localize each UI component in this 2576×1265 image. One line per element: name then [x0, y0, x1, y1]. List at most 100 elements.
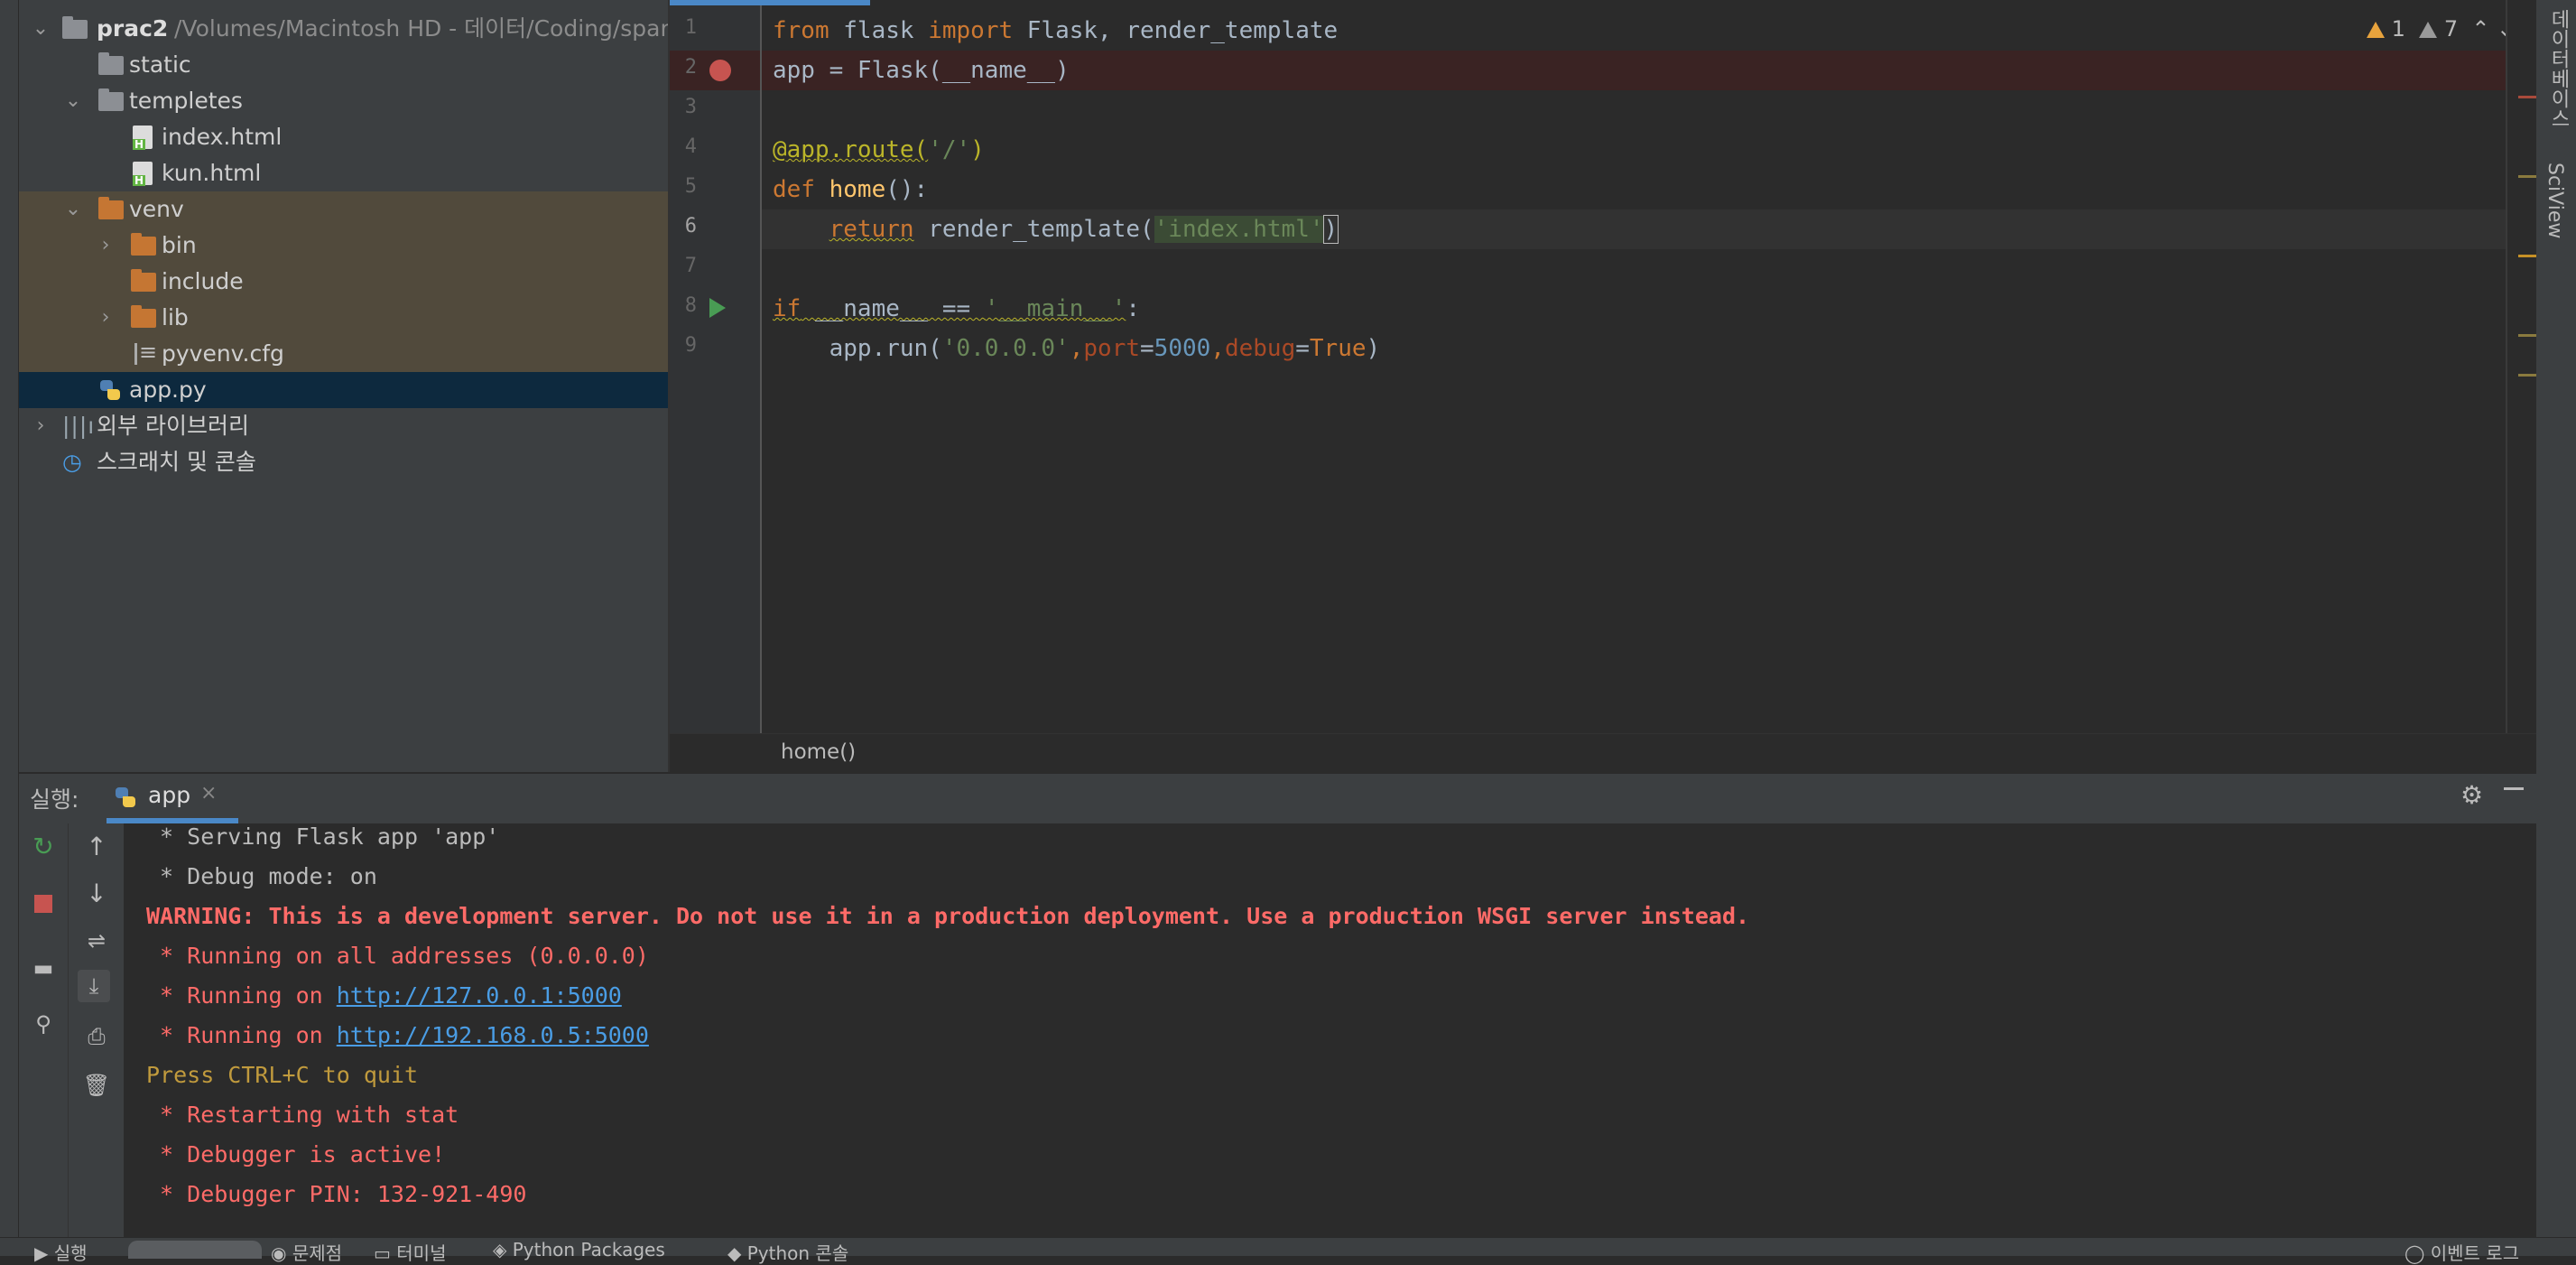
tree-item-static[interactable]: static — [19, 47, 668, 83]
lan-address-link[interactable]: http://192.168.0.5:5000 — [337, 1022, 649, 1048]
run-gutter-icon[interactable] — [709, 298, 726, 318]
folder-icon — [131, 269, 156, 292]
folder-icon — [131, 233, 156, 256]
code-line-5[interactable]: def home(): — [773, 170, 928, 209]
chevron-right-icon[interactable]: › — [97, 228, 115, 264]
breadcrumb[interactable]: home() — [781, 740, 856, 764]
scratch-console-icon: ◷ — [62, 449, 82, 475]
error-stripe[interactable] — [2507, 0, 2536, 733]
line-number: 7 — [684, 255, 697, 277]
print-icon[interactable]: ⎙ — [80, 1020, 113, 1053]
tool-tab-run[interactable]: ▶ 실행 — [34, 1239, 88, 1265]
code-line-9[interactable]: app.run('0.0.0.0',port=5000,debug=True) — [773, 329, 1381, 368]
line-number: 6 — [684, 215, 697, 237]
soft-wrap-icon[interactable]: ⇌ — [80, 925, 113, 957]
tree-item-lib[interactable]: › lib — [19, 300, 668, 336]
html-file-icon — [133, 162, 153, 186]
python-file-icon — [98, 378, 122, 402]
config-file-icon — [134, 334, 157, 370]
chevron-right-icon[interactable]: › — [32, 408, 50, 444]
tree-item-external-libraries[interactable]: › |||ı 외부 라이브러리 — [19, 408, 668, 444]
stop-button[interactable] — [27, 887, 60, 919]
run-tab-label: app — [148, 782, 191, 808]
line-number: 8 — [684, 294, 697, 317]
tree-item-kun-html[interactable]: kun.html — [19, 155, 668, 191]
tool-tab-event-log[interactable]: ◯ 이벤트 로그 — [2405, 1239, 2519, 1265]
chevron-down-icon[interactable]: ⌄ — [64, 191, 82, 228]
console-line: Press CTRL+C to quit — [146, 1062, 419, 1088]
layout-icon[interactable]: ▬ — [27, 952, 60, 984]
tree-item-label: templetes — [129, 88, 243, 114]
console-line: * Running on http://127.0.0.1:5000 — [146, 982, 622, 1009]
tree-item-label: static — [129, 51, 191, 78]
active-tab-indicator — [670, 0, 870, 5]
console-line: * Running on http://192.168.0.5:5000 — [146, 1022, 649, 1048]
folder-icon — [98, 197, 124, 219]
code-line-4[interactable]: @app.route('/') — [773, 130, 985, 170]
python-icon — [114, 786, 137, 809]
tool-tab-python-packages[interactable]: ◈ Python Packages — [493, 1239, 665, 1260]
line-number: 5 — [684, 175, 697, 198]
code-line-8[interactable]: if __name__ == '__main__': — [773, 289, 1140, 329]
error-count: 1 — [2391, 16, 2405, 42]
line-number: 2 — [684, 56, 697, 79]
code-line-6[interactable]: return render_template('index.html') — [773, 209, 1339, 249]
root-folder-name: prac2 — [97, 15, 169, 42]
root-folder-path: /Volumes/Macintosh HD - 데이터/Coding/spar — [174, 15, 670, 42]
close-icon[interactable]: × — [200, 782, 217, 805]
tool-tab-python-console[interactable]: ◆ Python 콘솔 — [727, 1239, 848, 1265]
console-warning-line: WARNING: This is a development server. D… — [146, 903, 1750, 929]
library-icon: |||ı — [62, 413, 96, 439]
rerun-icon[interactable]: ↻ — [27, 831, 60, 863]
arrow-down-icon[interactable]: ↓ — [80, 878, 113, 910]
chevron-up-icon[interactable]: ⌃ — [2471, 16, 2489, 42]
tree-item-label: 외부 라이브러리 — [97, 413, 249, 439]
arrow-up-icon[interactable]: ↑ — [80, 831, 113, 863]
project-tree-panel: ⌄ prac2 /Volumes/Macintosh HD - 데이터/Codi… — [19, 0, 670, 772]
tree-root-prac2[interactable]: ⌄ prac2 /Volumes/Macintosh HD - 데이터/Codi… — [19, 11, 668, 47]
tree-item-scratches[interactable]: ◷ 스크래치 및 콘솔 — [19, 444, 668, 480]
left-tool-strip[interactable] — [0, 0, 19, 1255]
sciview-tool-button[interactable]: SciView — [2544, 163, 2566, 238]
tree-item-templetes[interactable]: ⌄ templetes — [19, 83, 668, 119]
line-number: 9 — [684, 334, 697, 357]
gear-icon[interactable]: ⚙ — [2460, 780, 2483, 810]
tree-item-bin[interactable]: › bin — [19, 228, 668, 264]
tree-item-index-html[interactable]: index.html — [19, 119, 668, 155]
database-tool-button[interactable]: 데이터베이스 — [2544, 9, 2572, 128]
tree-item-label: include — [162, 268, 244, 294]
breakpoint-icon[interactable] — [709, 60, 731, 81]
pin-icon[interactable]: ⚲ — [27, 1008, 60, 1040]
line-number: 1 — [684, 16, 697, 39]
run-toolbar-secondary: ↑ ↓ ⇌ ⤓ ⎙ 🗑 — [68, 823, 125, 1237]
scroll-to-end-icon[interactable]: ⤓ — [78, 970, 110, 1002]
chevron-right-icon[interactable]: › — [97, 300, 115, 336]
inspection-widget[interactable]: 1 7 ⌃ ⌄ — [2367, 16, 2515, 42]
tree-item-include[interactable]: include — [19, 264, 668, 300]
chevron-down-icon[interactable]: ⌄ — [32, 11, 50, 47]
code-line-1[interactable]: from flask import Flask, render_template — [773, 11, 1338, 51]
tool-tab-terminal[interactable]: ▭ 터미널 — [374, 1239, 446, 1265]
console-line: * Debugger PIN: 132-921-490 — [146, 1181, 527, 1207]
tree-item-app-py[interactable]: app.py — [19, 372, 668, 408]
error-icon — [2367, 22, 2385, 38]
folder-icon — [131, 305, 156, 328]
minimize-icon[interactable] — [2504, 787, 2524, 790]
line-number: 4 — [684, 135, 697, 158]
tree-item-label: pyvenv.cfg — [162, 340, 284, 367]
tree-item-label: venv — [129, 196, 184, 222]
folder-icon — [98, 88, 124, 111]
chevron-down-icon[interactable]: ⌄ — [64, 83, 82, 119]
run-panel-label: 실행: — [30, 786, 79, 813]
trash-icon[interactable]: 🗑 — [80, 1069, 113, 1102]
localhost-link[interactable]: http://127.0.0.1:5000 — [337, 982, 622, 1009]
tree-item-label: index.html — [162, 124, 283, 150]
breadcrumb-bar — [670, 733, 2536, 773]
code-line-2[interactable]: app = Flask(__name__) — [773, 51, 1070, 90]
tree-item-venv[interactable]: ⌄ venv — [19, 191, 668, 228]
console-line: * Restarting with stat — [146, 1102, 459, 1128]
tool-tab-problems[interactable]: ◉ 문제점 — [271, 1239, 342, 1265]
tree-item-label: kun.html — [162, 160, 262, 186]
console-line: * Serving Flask app 'app' — [146, 823, 500, 850]
tree-item-pyvenv-cfg[interactable]: pyvenv.cfg — [19, 334, 668, 372]
